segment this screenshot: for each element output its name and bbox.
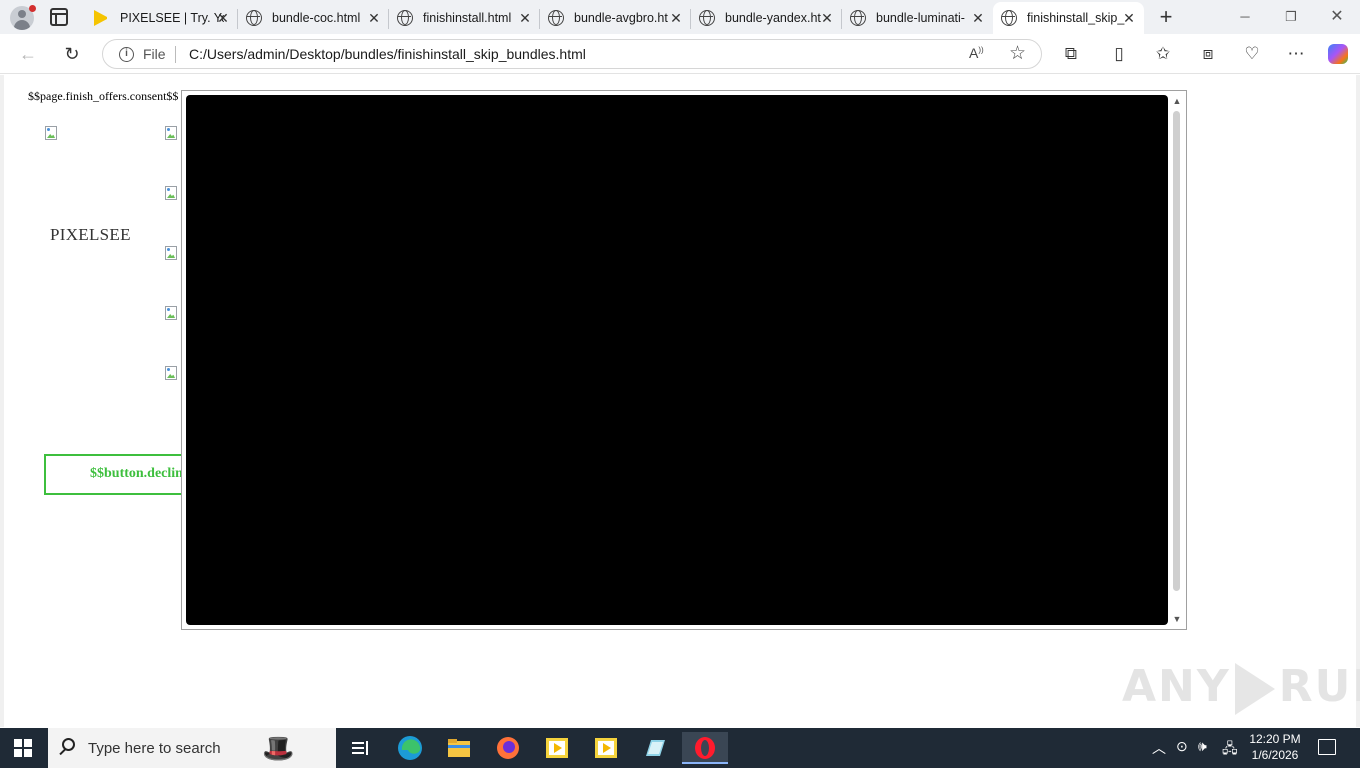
profile-shoulders bbox=[14, 20, 30, 30]
scroll-up-icon[interactable]: ▲ bbox=[1170, 95, 1184, 107]
tab-strip: PIXELSEE | Try. Yo ✕ bundle-coc.html ✕ f… bbox=[0, 0, 1360, 34]
play-icon bbox=[94, 10, 110, 26]
notepad-icon[interactable] bbox=[639, 732, 671, 764]
tab-bundle-coc[interactable]: bundle-coc.html ✕ bbox=[238, 2, 389, 34]
pixelsee-app-icon[interactable] bbox=[541, 732, 573, 764]
notification-center-icon[interactable] bbox=[1318, 739, 1336, 755]
taskbar: Type here to search 🎩 ︿ ⊙ 🕪 🖧 12:20 PM 1… bbox=[0, 728, 1360, 768]
minimize-button[interactable]: ─ bbox=[1230, 6, 1260, 28]
taskbar-search[interactable]: Type here to search 🎩 bbox=[48, 728, 336, 768]
profile-head bbox=[18, 10, 26, 18]
close-icon[interactable]: ✕ bbox=[518, 11, 532, 25]
back-button[interactable]: ← bbox=[16, 42, 40, 66]
opera-icon[interactable] bbox=[682, 732, 728, 764]
tab-bundle-avgbro[interactable]: bundle-avgbro.ht ✕ bbox=[540, 2, 691, 34]
url-text[interactable]: C:/Users/admin/Desktop/bundles/finishins… bbox=[189, 46, 586, 62]
address-bar[interactable]: i File C:/Users/admin/Desktop/bundles/fi… bbox=[102, 39, 1042, 69]
edge-icon[interactable] bbox=[394, 732, 426, 764]
close-icon[interactable]: ✕ bbox=[367, 11, 381, 25]
tab-bundle-luminati[interactable]: bundle-luminati- ✕ bbox=[842, 2, 993, 34]
task-view-icon[interactable] bbox=[344, 732, 376, 764]
decline-button[interactable]: $$button.decline bbox=[44, 454, 204, 495]
watermark-play-icon bbox=[1234, 663, 1275, 715]
tab-title: bundle-coc.html bbox=[272, 11, 361, 25]
meet-now-icon[interactable]: ⊙ bbox=[1176, 738, 1188, 755]
tab-title: finishinstall.html bbox=[423, 11, 512, 25]
close-icon[interactable]: ✕ bbox=[971, 11, 985, 25]
tab-pixelsee[interactable]: PIXELSEE | Try. Yo ✕ bbox=[86, 2, 238, 34]
browser-essentials-icon[interactable]: ♡ bbox=[1241, 43, 1263, 65]
tray-overflow-icon[interactable]: ︿ bbox=[1152, 738, 1166, 758]
scroll-down-icon[interactable]: ▼ bbox=[1170, 613, 1184, 625]
copilot-icon[interactable] bbox=[1328, 44, 1348, 64]
tab-finishinstall[interactable]: finishinstall.html ✕ bbox=[389, 2, 540, 34]
tab-title: bundle-yandex.ht bbox=[725, 11, 821, 25]
more-options-icon[interactable]: ⋯ bbox=[1285, 43, 1307, 65]
globe-icon bbox=[548, 10, 564, 26]
tab-bundle-yandex[interactable]: bundle-yandex.ht ✕ bbox=[691, 2, 842, 34]
close-icon[interactable]: ✕ bbox=[1122, 11, 1136, 25]
broken-image-icon bbox=[164, 245, 180, 261]
collections-icon[interactable]: ⧈ bbox=[1197, 43, 1219, 65]
tab-title: bundle-luminati- bbox=[876, 11, 965, 25]
tab-finishinstall-skip[interactable]: finishinstall_skip_ ✕ bbox=[993, 2, 1144, 34]
anyrun-watermark: ANY RUN bbox=[1122, 661, 1360, 715]
favorite-star-icon[interactable]: ☆ bbox=[1009, 42, 1026, 65]
watermark-left: ANY bbox=[1122, 661, 1231, 712]
tab-title: bundle-avgbro.ht bbox=[574, 11, 668, 25]
windows-start-icon[interactable] bbox=[14, 739, 32, 757]
close-window-button[interactable]: ✕ bbox=[1322, 6, 1352, 28]
close-icon[interactable]: ✕ bbox=[820, 11, 834, 25]
iframe-content bbox=[186, 95, 1168, 625]
scrollbar-thumb[interactable] bbox=[1173, 111, 1180, 591]
iframe-scrollbar[interactable]: ▲ ▼ bbox=[1170, 95, 1184, 625]
globe-icon bbox=[246, 10, 262, 26]
watermark-right: RUN bbox=[1278, 661, 1360, 712]
close-icon[interactable]: ✕ bbox=[216, 11, 230, 25]
tab-title: PIXELSEE | Try. Yo bbox=[120, 11, 224, 25]
clock-time: 12:20 PM bbox=[1249, 732, 1301, 746]
broken-image-icon bbox=[164, 185, 180, 201]
firefox-icon[interactable] bbox=[492, 732, 524, 764]
split-screen-icon[interactable]: ▯ bbox=[1108, 43, 1130, 65]
new-tab-button[interactable]: + bbox=[1155, 6, 1177, 28]
broken-image-icon bbox=[44, 125, 60, 141]
page-viewport: $$page.finish_offers.consent$$ PIXELSEE … bbox=[0, 75, 1360, 727]
search-placeholder: Type here to search bbox=[88, 740, 221, 757]
refresh-button[interactable]: ↻ bbox=[60, 42, 84, 66]
search-highlight-icon: 🎩 bbox=[262, 733, 295, 763]
broken-image-icon bbox=[164, 365, 180, 381]
volume-icon[interactable]: 🕪 bbox=[1198, 738, 1207, 755]
decline-button-label: $$button.decline bbox=[90, 466, 190, 481]
scheme-label: File bbox=[143, 46, 166, 62]
address-separator bbox=[175, 46, 176, 63]
offer-iframe[interactable]: ▲ ▼ bbox=[181, 90, 1187, 630]
pixelsee-app-icon[interactable] bbox=[590, 732, 622, 764]
taskbar-clock[interactable]: 12:20 PM 1/6/2026 bbox=[1246, 731, 1304, 763]
broken-image-icon bbox=[164, 125, 180, 141]
globe-icon bbox=[1001, 10, 1017, 26]
globe-icon bbox=[397, 10, 413, 26]
favorites-icon[interactable]: ✩ bbox=[1152, 43, 1174, 65]
globe-icon bbox=[699, 10, 715, 26]
tab-title: finishinstall_skip_ bbox=[1027, 11, 1125, 25]
info-icon[interactable]: i bbox=[119, 47, 134, 62]
tab-actions-icon[interactable] bbox=[50, 8, 68, 26]
consent-text: $$page.finish_offers.consent$$ bbox=[28, 89, 179, 103]
network-icon[interactable]: 🖧 bbox=[1222, 738, 1238, 762]
profile-notification-dot bbox=[29, 5, 36, 12]
broken-image-icon bbox=[164, 305, 180, 321]
close-icon[interactable]: ✕ bbox=[669, 11, 683, 25]
extensions-icon[interactable]: ⧉ bbox=[1060, 43, 1082, 65]
search-icon bbox=[62, 738, 75, 751]
brand-name: PIXELSEE bbox=[50, 225, 131, 244]
globe-icon bbox=[850, 10, 866, 26]
file-explorer-icon[interactable] bbox=[443, 732, 475, 764]
clock-date: 1/6/2026 bbox=[1251, 748, 1299, 762]
restore-button[interactable]: ❐ bbox=[1276, 6, 1306, 28]
read-aloud-icon[interactable]: A)) bbox=[969, 45, 984, 61]
browser-toolbar: ← ↻ i File C:/Users/admin/Desktop/bundle… bbox=[0, 34, 1360, 74]
